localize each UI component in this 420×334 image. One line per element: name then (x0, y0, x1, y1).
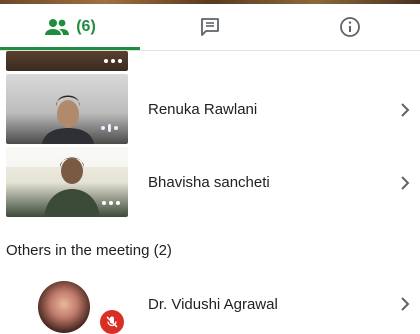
participant-row[interactable]: Bhavisha sancheti (0, 147, 420, 219)
chevron-right-icon[interactable] (398, 296, 412, 312)
audio-level-icon (101, 124, 118, 132)
others-section-heading: Others in the meeting (2) (6, 242, 172, 259)
tab-info[interactable] (280, 4, 420, 50)
chevron-right-icon[interactable] (398, 102, 412, 118)
tab-chat[interactable] (140, 4, 280, 50)
participant-video-thumbnail (6, 74, 128, 144)
video-frame-image (6, 147, 128, 217)
participant-video-thumbnail (6, 147, 128, 217)
more-dots-icon[interactable] (104, 59, 122, 63)
people-icon (45, 19, 70, 35)
info-icon (340, 17, 360, 37)
mic-off-icon (100, 310, 124, 334)
participant-count: (6) (76, 18, 96, 35)
participant-name: Bhavisha sancheti (148, 174, 270, 191)
participant-row[interactable]: Renuka Rawlani (0, 74, 420, 146)
participant-name: Renuka Rawlani (148, 101, 258, 118)
chevron-right-icon[interactable] (398, 175, 412, 191)
participant-video-thumbnail[interactable] (6, 51, 128, 71)
avatar (38, 281, 90, 333)
more-dots-icon[interactable] (102, 201, 120, 205)
chat-icon (201, 18, 219, 36)
participant-name: Dr. Vidushi Agrawal (148, 296, 278, 313)
tab-people[interactable]: (6) (0, 4, 140, 50)
video-frame-image (42, 95, 94, 144)
side-panel-tabs: (6) (0, 4, 420, 50)
